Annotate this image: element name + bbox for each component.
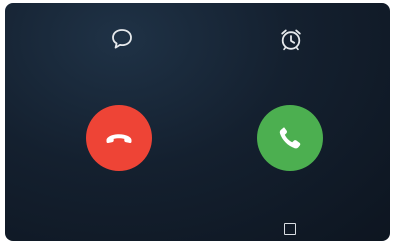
phone-hangup-icon xyxy=(106,134,132,144)
remind-me-action[interactable] xyxy=(261,25,321,79)
phone-icon xyxy=(279,127,301,149)
reply-with-message-action[interactable] xyxy=(92,25,152,79)
message-bubble-icon xyxy=(112,29,132,49)
decline-call-button[interactable] xyxy=(86,105,152,171)
square-recents-icon[interactable] xyxy=(284,223,296,235)
alarm-clock-icon xyxy=(281,29,301,51)
navigation-bar xyxy=(5,219,390,241)
incoming-call-screen xyxy=(5,3,390,241)
answer-call-button[interactable] xyxy=(257,105,323,171)
